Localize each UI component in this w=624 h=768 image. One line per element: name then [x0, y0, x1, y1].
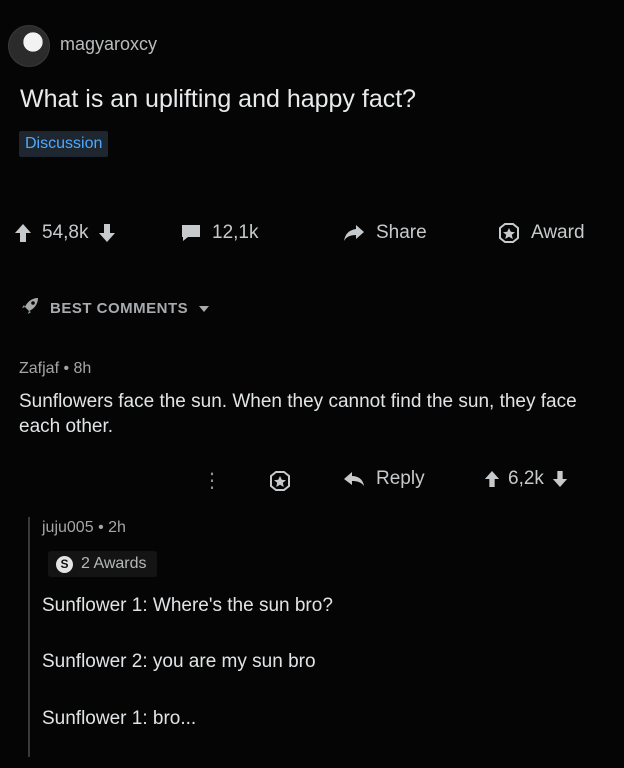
comment-count: 12,1k: [212, 222, 259, 243]
more-options-icon[interactable]: ⋮: [202, 468, 222, 493]
comment-award-icon[interactable]: [268, 470, 292, 497]
reply-awards-badge[interactable]: S 2 Awards: [48, 551, 157, 577]
comments-button[interactable]: 12,1k: [180, 222, 258, 244]
share-button[interactable]: Share: [342, 222, 427, 244]
post-flair[interactable]: Discussion: [19, 131, 109, 157]
caret-down-icon: [198, 300, 210, 317]
comment-vote-count: 6,2k: [508, 468, 544, 489]
comment-meta: Zafjaf • 8h: [19, 360, 91, 378]
post-vote-group: 54,8k: [14, 222, 116, 244]
reply-button[interactable]: Reply: [342, 468, 425, 490]
awards-count: 2 Awards: [81, 555, 147, 572]
reply-arrow-icon: [342, 470, 366, 488]
reply-author[interactable]: juju005: [42, 519, 94, 536]
reply-label: Reply: [376, 468, 425, 489]
reply-meta-separator: •: [98, 519, 104, 536]
award-button[interactable]: Award: [497, 222, 585, 244]
meta-separator: •: [63, 360, 70, 377]
comment-time: 8h: [73, 360, 92, 377]
award-label: Award: [531, 222, 585, 243]
reply-line-1: Sunflower 1: Where's the sun bro?: [42, 595, 333, 616]
reply-line-3: Sunflower 1: bro...: [42, 708, 197, 729]
upvote-icon[interactable]: [14, 223, 32, 243]
rocket-icon: [20, 296, 40, 320]
comment-vote-group: 6,2k: [484, 468, 568, 490]
post-vote-count: 54,8k: [42, 222, 89, 243]
downvote-icon[interactable]: [98, 223, 116, 243]
user-avatar[interactable]: [8, 25, 50, 67]
share-arrow-icon: [342, 223, 366, 243]
post-username[interactable]: magyaroxcy: [60, 34, 157, 55]
comment-bubble-icon: [180, 223, 202, 243]
comment-text: Sunflowers face the sun. When they canno…: [19, 391, 577, 437]
silver-award-icon: S: [56, 555, 73, 573]
comment-author[interactable]: Zafjaf: [19, 360, 59, 377]
sort-label: BEST COMMENTS: [50, 299, 189, 317]
comment-sort-dropdown[interactable]: BEST COMMENTS: [20, 296, 210, 320]
comment-upvote-icon[interactable]: [484, 470, 500, 488]
award-icon: [497, 222, 521, 244]
reply-line-2: Sunflower 2: you are my sun bro: [42, 651, 316, 672]
post-title: What is an uplifting and happy fact?: [20, 85, 417, 113]
reply-time: 2h: [108, 519, 126, 536]
comment-downvote-icon[interactable]: [552, 470, 568, 488]
share-label: Share: [376, 222, 427, 243]
thread-line[interactable]: [28, 517, 30, 757]
reply-meta: juju005 • 2h: [42, 519, 126, 537]
